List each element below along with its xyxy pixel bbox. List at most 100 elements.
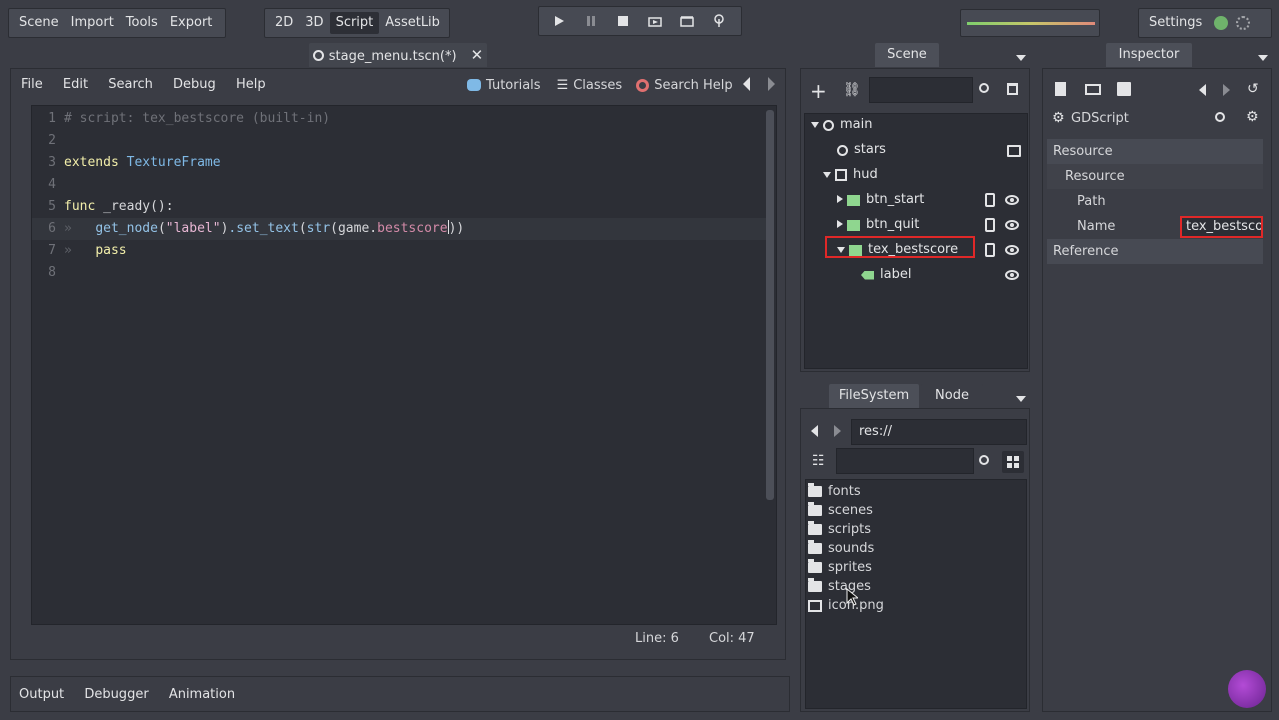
collapse-arrow-icon[interactable]: [837, 239, 845, 261]
menu-scene[interactable]: Scene: [13, 12, 65, 34]
file-item-sounds[interactable]: sounds: [808, 539, 874, 558]
visibility-eye-icon[interactable]: [1005, 245, 1019, 255]
tree-node-label[interactable]: label: [861, 264, 911, 286]
script-menu-help[interactable]: Help: [228, 71, 274, 99]
tree-node-btn-quit[interactable]: btn_quit: [837, 214, 919, 236]
inspector-tab[interactable]: Inspector: [1106, 43, 1192, 67]
add-node-icon[interactable]: +: [810, 81, 827, 101]
menu-tools[interactable]: Tools: [120, 12, 164, 34]
tree-node-label: label: [880, 267, 912, 282]
filesystem-menu-icon[interactable]: [1016, 391, 1026, 406]
code-editor[interactable]: 1 # script: tex_bestscore (built-in) 2 3e…: [31, 105, 777, 625]
menu-import[interactable]: Import: [65, 12, 120, 34]
link-icon[interactable]: ⛓: [843, 83, 861, 97]
settings-gear-icon[interactable]: ⚙: [1246, 110, 1259, 124]
open-folder-icon[interactable]: [1085, 84, 1101, 95]
file-item-fonts[interactable]: fonts: [808, 482, 861, 501]
trash-icon[interactable]: [1007, 83, 1018, 95]
script-icon[interactable]: [985, 243, 995, 257]
file-filter-input[interactable]: [836, 448, 974, 474]
prev-script-icon[interactable]: [743, 77, 751, 95]
tree-view-icon[interactable]: ☷: [812, 454, 825, 468]
filesystem-tab[interactable]: FileSystem: [829, 384, 919, 408]
section-resource[interactable]: Resource: [1047, 139, 1263, 164]
play-custom-icon[interactable]: [671, 10, 703, 32]
script-menu-file[interactable]: File: [13, 71, 51, 99]
tree-node-tex-bestscore[interactable]: tex_bestscore: [837, 239, 958, 261]
stop-icon[interactable]: [607, 10, 639, 32]
next-script-icon[interactable]: [767, 77, 775, 95]
scene-dock-menu-icon[interactable]: [1016, 50, 1026, 65]
remote-debug-icon[interactable]: [703, 10, 735, 32]
menu-export[interactable]: Export: [164, 12, 219, 34]
pause-icon[interactable]: [575, 10, 607, 32]
scene-dock-tab[interactable]: Scene: [875, 43, 939, 67]
collapse-arrow-icon[interactable]: [811, 114, 819, 136]
search-icon[interactable]: [979, 455, 989, 465]
bottom-tab-animation[interactable]: Animation: [161, 677, 243, 713]
visibility-eye-icon[interactable]: [1005, 195, 1019, 205]
save-icon[interactable]: [1117, 82, 1131, 96]
tree-node-btn-start[interactable]: btn_start: [837, 189, 924, 211]
script-icon[interactable]: [985, 193, 995, 207]
classes-label: Classes: [573, 77, 623, 93]
settings-button[interactable]: Settings: [1143, 12, 1208, 34]
view-2d-button[interactable]: 2D: [269, 12, 299, 34]
vertical-scrollbar[interactable]: [766, 110, 774, 500]
script-icon[interactable]: [985, 218, 995, 232]
texture-button-icon: [847, 194, 860, 206]
script-menu-search[interactable]: Search: [100, 71, 161, 99]
line-number: 3: [48, 155, 56, 170]
classes-button[interactable]: ☰ Classes: [557, 78, 623, 93]
scene-tab[interactable]: stage_menu.tscn(*) ✕: [309, 43, 487, 67]
back-icon[interactable]: [811, 425, 818, 441]
close-tab-icon[interactable]: ✕: [471, 46, 484, 64]
file-item-stages[interactable]: stages: [808, 577, 871, 596]
section-reference[interactable]: Reference: [1047, 239, 1263, 264]
file-item-sprites[interactable]: sprites: [808, 558, 872, 577]
bottom-tab-debugger[interactable]: Debugger: [76, 677, 156, 713]
visibility-eye-icon[interactable]: [1005, 220, 1019, 230]
path-input[interactable]: res://: [851, 419, 1027, 445]
collapse-arrow-icon[interactable]: [823, 164, 831, 186]
search-icon[interactable]: [1215, 112, 1225, 122]
scene-filter-input[interactable]: [869, 77, 973, 103]
folder-icon: [808, 483, 822, 497]
view-script-button[interactable]: Script: [329, 12, 380, 34]
inspector-menu-icon[interactable]: [1258, 50, 1268, 65]
tree-node-label: btn_start: [866, 192, 925, 207]
code-line-6: 6» get_node("label").set_text(str(game.b…: [32, 218, 464, 240]
history-back-icon[interactable]: [1199, 84, 1206, 100]
bottom-tab-output[interactable]: Output: [11, 677, 72, 713]
tutorials-button[interactable]: Tutorials: [467, 78, 541, 93]
tree-node-main[interactable]: main: [811, 114, 872, 136]
play-scene-icon[interactable]: [639, 10, 671, 32]
expand-arrow-icon[interactable]: [837, 214, 843, 236]
history-icon[interactable]: ↺: [1247, 82, 1259, 96]
script-menu-edit[interactable]: Edit: [55, 71, 96, 99]
file-item-scenes[interactable]: scenes: [808, 501, 873, 520]
subsection-resource[interactable]: Resource: [1047, 164, 1263, 189]
expand-arrow-icon[interactable]: [837, 189, 843, 211]
code-line-1: 1 # script: tex_bestscore (built-in): [32, 108, 330, 130]
tree-node-label: tex_bestscore: [868, 242, 959, 257]
forward-icon[interactable]: [834, 425, 841, 441]
history-forward-icon[interactable]: [1223, 84, 1230, 100]
view-3d-button[interactable]: 3D: [299, 12, 329, 34]
file-item-scripts[interactable]: scripts: [808, 520, 871, 539]
visibility-eye-icon[interactable]: [1005, 270, 1019, 280]
name-value-field[interactable]: tex_bestscor: [1180, 216, 1263, 238]
instance-scene-icon[interactable]: [1007, 145, 1021, 157]
grid-view-icon[interactable]: [1002, 451, 1024, 473]
new-resource-icon[interactable]: [1055, 82, 1066, 96]
tree-node-stars[interactable]: stars: [837, 139, 886, 161]
file-item-label: scenes: [828, 503, 873, 518]
script-menu-debug[interactable]: Debug: [165, 71, 224, 99]
tree-node-hud[interactable]: hud: [823, 164, 878, 186]
line-indicator: Line: 6: [635, 631, 679, 646]
search-help-button[interactable]: Search Help: [636, 78, 733, 93]
search-icon[interactable]: [979, 83, 989, 93]
view-assetlib-button[interactable]: AssetLib: [379, 12, 446, 34]
play-icon[interactable]: [543, 10, 575, 32]
node-tab[interactable]: Node: [921, 384, 983, 408]
